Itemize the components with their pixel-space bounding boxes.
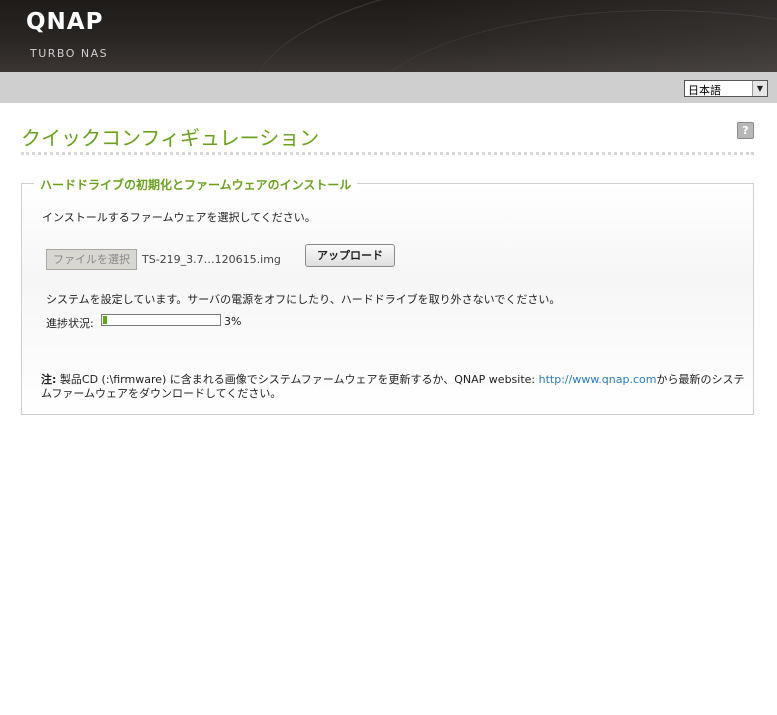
progress-bar	[101, 314, 221, 326]
upload-button[interactable]: アップロード	[305, 244, 395, 267]
choose-file-button[interactable]: ファイルを選択	[46, 249, 137, 270]
chevron-down-icon[interactable]: ▼	[752, 81, 767, 96]
progress-value: 3%	[224, 315, 242, 328]
selected-file-name: TS-219_3.7…120615.img	[142, 253, 281, 266]
instruction-text: インストールするファームウェアを選択してください。	[42, 211, 316, 224]
help-icon[interactable]: ?	[737, 122, 754, 139]
header-sheen	[397, 0, 777, 72]
app-header: QNAP TURBO NAS	[0, 0, 777, 72]
language-selected-value: 日本語	[688, 84, 721, 97]
progress-fill	[103, 316, 107, 324]
product-tagline: TURBO NAS	[30, 47, 109, 60]
language-select[interactable]: 日本語 ▼	[684, 80, 768, 97]
panel-legend: ハードドライブの初期化とファームウェアのインストール	[34, 176, 358, 193]
firmware-note: 注: 製品CD (:\firmware) に含まれる画像でシステムファームウェア…	[41, 373, 746, 401]
status-message: システムを設定しています。サーバの電源をオフにしたり、ハードドライブを取り外さな…	[46, 293, 561, 306]
language-bar	[0, 72, 777, 103]
qnap-website-link[interactable]: http://www.qnap.com	[539, 373, 657, 386]
note-label: 注:	[41, 373, 57, 386]
note-text: 製品CD (:\firmware) に含まれる画像でシステムファームウェアを更新…	[56, 373, 539, 386]
qnap-logo: QNAP	[26, 9, 104, 35]
page-title: クイックコンフィギュレーション	[21, 126, 320, 150]
title-divider	[21, 152, 754, 155]
progress-label: 進捗状況:	[46, 317, 94, 330]
